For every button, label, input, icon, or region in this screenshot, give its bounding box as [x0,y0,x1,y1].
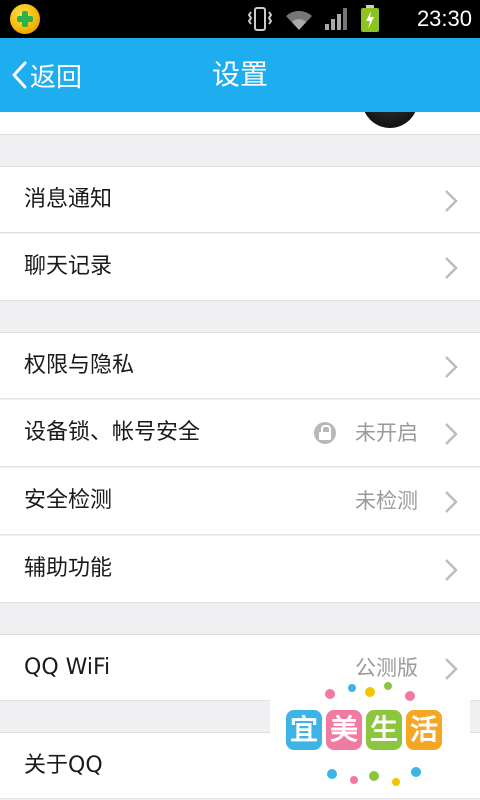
watermark-char: 宜 [286,710,322,750]
watermark-char: 美 [326,710,362,750]
watermark-text: 宜 美 生 活 [286,710,442,750]
chevron-right-icon [445,559,458,581]
settings-item-device-lock[interactable]: 设备锁、帐号安全 未开启 [0,400,480,467]
chevron-right-icon [445,491,458,513]
settings-item-label: 权限与隐私 [24,353,135,378]
chevron-right-icon [445,658,458,680]
back-button[interactable]: 返回 [10,38,82,112]
settings-item-label: 消息通知 [24,187,113,212]
chevron-left-icon [12,61,27,89]
settings-item-value: 未检测 [355,489,418,513]
status-time: 23:30 [416,6,472,31]
profile-row[interactable] [0,112,480,135]
settings-item-chat-history[interactable]: 聊天记录 [0,234,480,301]
signal-icon [325,8,347,30]
lock-icon [314,422,336,444]
chevron-right-icon [445,356,458,378]
wifi-icon [286,10,312,30]
status-bar: 23:30 [0,0,480,38]
battery-charging-icon [361,5,379,32]
settings-item-accessibility[interactable]: 辅助功能 [0,536,480,603]
settings-item-security-check[interactable]: 安全检测 未检测 [0,468,480,535]
app-notification-icon [10,4,40,34]
watermark-char: 生 [366,710,402,750]
status-icons [246,5,380,33]
settings-item-message-notification[interactable]: 消息通知 [0,166,480,233]
settings-item-value: 未开启 [355,421,418,445]
watermark-char: 活 [406,710,442,750]
settings-item-label: 设备锁、帐号安全 [24,420,201,445]
chevron-right-icon [445,423,458,445]
watermark-logo: 宜 美 生 活 [270,680,470,790]
settings-item-label: 聊天记录 [24,254,113,279]
chevron-right-icon [445,257,458,279]
settings-item-label: 关于QQ [24,753,103,778]
settings-item-label: 辅助功能 [24,556,113,581]
vibrate-icon [247,7,273,31]
avatar [362,112,418,128]
settings-item-permissions-privacy[interactable]: 权限与隐私 [0,332,480,399]
settings-item-label: 安全检测 [24,488,113,513]
back-label: 返回 [30,62,83,93]
nav-bar: 返回 设置 [0,38,480,112]
settings-item-label: QQ WiFi [24,655,111,680]
chevron-right-icon [445,190,458,212]
